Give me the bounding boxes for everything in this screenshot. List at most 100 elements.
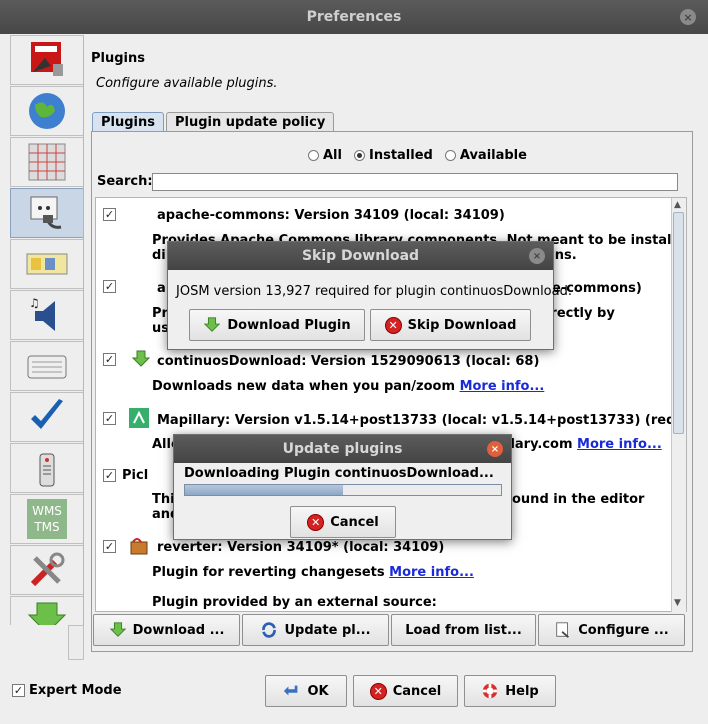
help-button[interactable]: Help <box>464 675 556 707</box>
tools-icon <box>30 552 65 587</box>
help-button-label: Help <box>505 683 539 699</box>
cancel-button-label: Cancel <box>392 683 442 699</box>
search-label: Search: <box>97 174 153 189</box>
plugin-desc-text: llary.com <box>506 437 573 452</box>
more-info-link[interactable]: More info... <box>389 565 474 580</box>
scroll-thumb[interactable] <box>673 212 684 434</box>
ok-button[interactable]: OK <box>265 675 347 707</box>
more-info-link[interactable]: More info... <box>577 437 662 452</box>
plugin-title-obscured-a: a <box>157 281 166 296</box>
cancel-icon: ✕ <box>384 316 402 334</box>
filter-group: All Installed Available <box>308 148 539 163</box>
download-button-label: Download ... <box>132 622 225 638</box>
download-stack-icon <box>27 602 67 625</box>
plugin-desc-continuosdownload: Downloads new data when you pan/zoom Mor… <box>152 379 544 394</box>
update-cancel-button[interactable]: ✕ Cancel <box>290 506 396 538</box>
plugin-checkbox[interactable]: ✓ <box>103 412 116 425</box>
window-title: Preferences <box>306 9 402 25</box>
tab-connection[interactable] <box>10 86 83 136</box>
plugin-checkbox[interactable]: ✓ <box>103 280 116 293</box>
preferences-sidebar: ♫ WMS TMS <box>10 35 84 625</box>
configure-button[interactable]: Configure ... <box>538 614 685 646</box>
download-arrow-icon <box>131 350 151 367</box>
configure-button-label: Configure ... <box>578 622 669 638</box>
plugin-title-mapillary: Mapillary: Version v1.5.14+post13733 (lo… <box>157 413 687 428</box>
tab-plugins[interactable] <box>10 188 83 238</box>
skip-download-title: Skip Download <box>301 248 420 264</box>
skip-dialog-close-button[interactable]: × <box>529 248 545 264</box>
toolbar-icon <box>26 253 68 275</box>
update-dialog-close-button[interactable]: × <box>487 441 503 457</box>
page-subtitle: Configure available plugins. <box>96 76 278 91</box>
window-close-button[interactable]: × <box>680 9 696 25</box>
plug-icon <box>30 196 62 229</box>
search-input[interactable] <box>152 173 678 191</box>
tab-plugin-download[interactable] <box>10 596 83 625</box>
update-plugins-message: Downloading Plugin continuosDownload... <box>184 466 494 481</box>
tab-map-projection[interactable] <box>10 137 83 187</box>
tms-label: TMS <box>33 520 59 534</box>
tab-validator[interactable] <box>10 392 83 442</box>
tab-plugins-list[interactable]: Plugins <box>92 112 164 132</box>
skip-download-dialog: Skip Download × JOSM version 13,927 requ… <box>167 241 572 350</box>
tab-audio[interactable]: ♫ <box>10 290 83 340</box>
skip-download-button[interactable]: ✕ Skip Download <box>370 309 531 341</box>
download-button[interactable]: Download ... <box>93 614 240 646</box>
expert-mode-toggle[interactable]: ✓ Expert Mode <box>12 683 122 698</box>
download-arrow-icon <box>109 621 127 639</box>
lifebuoy-icon <box>481 682 499 700</box>
tab-display[interactable] <box>10 35 83 85</box>
checkmark-icon <box>31 399 63 429</box>
expert-mode-checkbox[interactable]: ✓ <box>12 684 25 697</box>
load-from-list-button[interactable]: Load from list... <box>391 614 536 646</box>
refresh-icon <box>260 621 278 639</box>
tab-shortcuts[interactable] <box>10 341 83 391</box>
radio-installed[interactable] <box>353 150 365 161</box>
globe-icon <box>29 93 65 129</box>
remote-icon <box>39 453 55 487</box>
plugin-desc-mapillary-b: llary.com More info... <box>506 437 662 452</box>
update-cancel-label: Cancel <box>330 514 379 530</box>
reverter-icon <box>130 538 148 555</box>
tab-toolbar[interactable] <box>10 239 83 289</box>
load-button-label: Load from list... <box>405 622 522 638</box>
filter-all[interactable]: All <box>308 148 342 163</box>
plugin-checkbox[interactable]: ✓ <box>103 208 116 221</box>
mapillary-icon <box>129 408 149 428</box>
radio-all[interactable] <box>308 150 319 161</box>
more-info-link[interactable]: More info... <box>460 379 545 394</box>
plugin-checkbox[interactable]: ✓ <box>103 353 116 366</box>
tab-advanced[interactable] <box>10 545 83 595</box>
download-plugin-button[interactable]: Download Plugin <box>189 309 365 341</box>
sidebar-scrollbar[interactable] <box>68 625 84 660</box>
configure-icon <box>554 621 572 639</box>
skip-download-titlebar: Skip Download × <box>168 242 553 270</box>
plugin-desc-reverter: Plugin for reverting changesets More inf… <box>152 565 474 580</box>
expert-mode-label: Expert Mode <box>29 683 122 698</box>
cancel-button[interactable]: ✕ Cancel <box>353 675 458 707</box>
update-plugins-dialog: Update plugins × Downloading Plugin cont… <box>173 434 512 540</box>
update-button-label: Update pl... <box>284 622 371 638</box>
plugin-desc-text: Plugin for reverting changesets <box>152 565 385 580</box>
filter-available[interactable]: Available <box>444 148 527 163</box>
filter-installed-label: Installed <box>368 148 433 163</box>
plugin-checkbox[interactable]: ✓ <box>103 469 116 482</box>
page-title: Plugins <box>91 51 145 66</box>
scroll-down-icon[interactable]: ▼ <box>674 598 681 608</box>
plugin-checkbox[interactable]: ✓ <box>103 540 116 553</box>
tab-bar: Plugins Plugin update policy <box>92 112 336 132</box>
tab-imagery[interactable]: WMS TMS <box>10 494 83 544</box>
tab-remote-control[interactable] <box>10 443 83 493</box>
update-plugins-title: Update plugins <box>282 441 403 457</box>
display-icon <box>31 42 63 76</box>
scroll-up-icon[interactable]: ▲ <box>674 200 681 210</box>
update-plugins-button[interactable]: Update pl... <box>242 614 389 646</box>
window-titlebar: Preferences <box>0 0 708 34</box>
plugin-desc-piclayer-a1: Thi <box>152 492 175 507</box>
plugin-title-apache-commons: apache-commons: Version 34109 (local: 34… <box>157 208 505 223</box>
radio-available[interactable] <box>444 150 456 161</box>
plugin-desc-apache-commons-2: di <box>152 248 166 263</box>
tab-plugin-update-policy[interactable]: Plugin update policy <box>166 112 335 132</box>
filter-installed[interactable]: Installed <box>353 148 433 163</box>
filter-available-label: Available <box>459 148 527 163</box>
